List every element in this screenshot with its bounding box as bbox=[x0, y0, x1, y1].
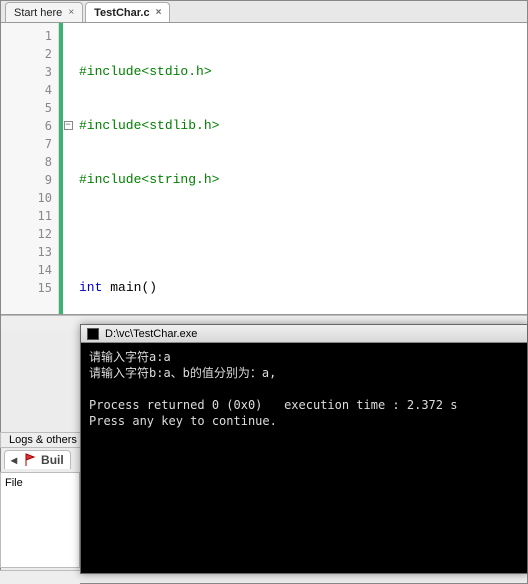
build-log-tab[interactable]: ◂ Buil bbox=[4, 450, 71, 469]
code-line: #include<stdlib.h> bbox=[79, 118, 219, 133]
build-tab-label: Buil bbox=[41, 453, 64, 467]
close-icon[interactable]: × bbox=[68, 7, 74, 18]
tab-testchar[interactable]: TestChar.c × bbox=[85, 2, 170, 22]
console-app-icon bbox=[87, 328, 99, 340]
close-icon[interactable]: × bbox=[156, 7, 162, 18]
tab-label: TestChar.c bbox=[94, 7, 149, 19]
console-window: D:\vc\TestChar.exe 请输入字符a:a 请输入字符b:a、b的值… bbox=[80, 324, 528, 574]
line-number-gutter: 12345 678910 1112131415 bbox=[1, 23, 59, 314]
code-line: #include<string.h> bbox=[79, 172, 219, 187]
tab-start-here[interactable]: Start here × bbox=[5, 2, 83, 22]
logs-header: Logs & others bbox=[0, 432, 86, 448]
code-area[interactable]: #include<stdio.h> #include<stdlib.h> #in… bbox=[73, 23, 527, 314]
build-icon bbox=[23, 453, 37, 467]
tab-label: Start here bbox=[14, 7, 62, 19]
log-column-header: File bbox=[5, 477, 23, 489]
code-line bbox=[79, 225, 527, 243]
code-line: #include<stdio.h> bbox=[79, 64, 212, 79]
console-output: 请输入字符a:a 请输入字符b:a、b的值分别为：a, Process retu… bbox=[81, 343, 527, 573]
editor-tabbar: Start here × TestChar.c × bbox=[1, 1, 527, 23]
log-panel: File bbox=[0, 472, 80, 568]
console-titlebar[interactable]: D:\vc\TestChar.exe bbox=[81, 325, 527, 343]
code-editor[interactable]: 12345 678910 1112131415 − #include<stdio… bbox=[1, 23, 527, 315]
log-h-scrollbar[interactable] bbox=[0, 570, 80, 584]
panel-handle-icon: ◂ bbox=[11, 453, 17, 467]
fold-toggle-icon[interactable]: − bbox=[64, 121, 73, 130]
fold-column: − bbox=[59, 23, 73, 314]
console-title-text: D:\vc\TestChar.exe bbox=[105, 328, 197, 340]
